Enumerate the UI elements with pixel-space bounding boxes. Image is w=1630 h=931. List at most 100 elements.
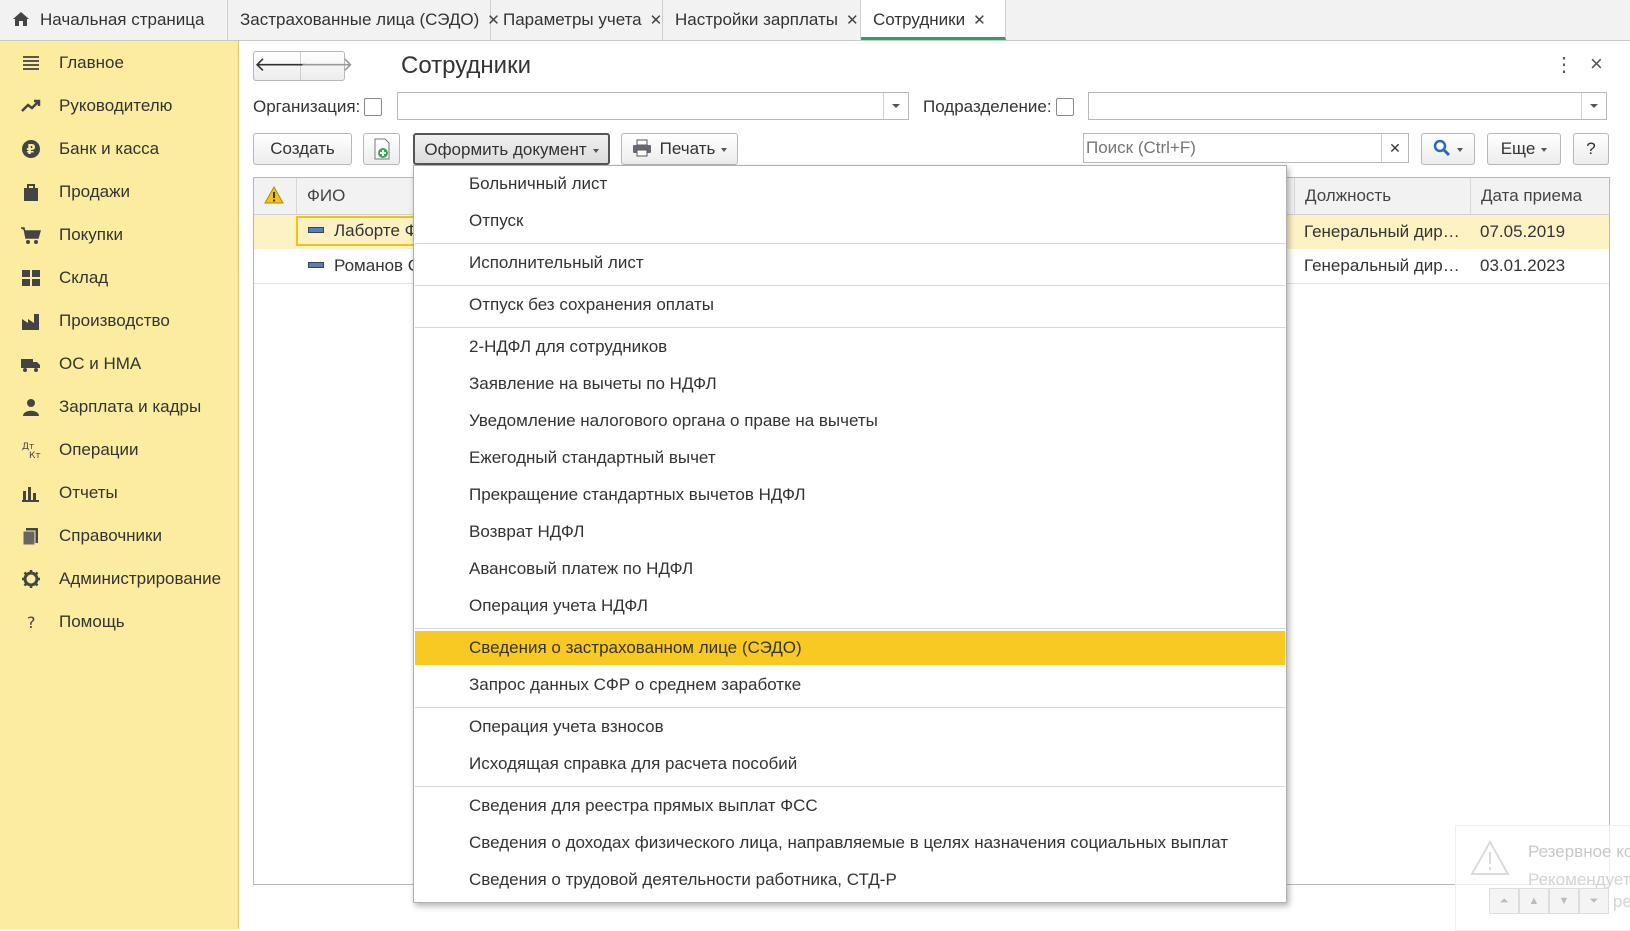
menu-item[interactable]: Сведения о доходах физического лица, нап… bbox=[415, 826, 1285, 860]
scroll-up-icon[interactable]: ▲ bbox=[1519, 888, 1549, 914]
ruble-icon: ₽ bbox=[22, 140, 40, 158]
close-icon[interactable]: ✕ bbox=[973, 12, 986, 29]
org-checkbox[interactable] bbox=[364, 98, 382, 116]
menu-item[interactable]: Отпуск без сохранения оплаты bbox=[415, 288, 1285, 322]
tab-employees[interactable]: Сотрудники ✕ bbox=[861, 0, 1006, 40]
sidebar-item-administration[interactable]: Администрирование bbox=[0, 559, 238, 599]
chevron-down-icon bbox=[721, 147, 728, 152]
tab-insured-persons[interactable]: Застрахованные лица (СЭДО) ✕ bbox=[228, 0, 500, 40]
search-field[interactable]: ✕ bbox=[1083, 133, 1409, 163]
more-menu-icon[interactable]: ⋮ bbox=[1554, 52, 1574, 77]
trend-icon bbox=[21, 99, 41, 112]
menu-item-label: Отпуск без сохранения оплаты bbox=[469, 295, 715, 314]
sidebar-item-fixed-assets[interactable]: ОС и НМА bbox=[0, 344, 238, 384]
menu-item[interactable]: Ежегодный стандартный вычет bbox=[415, 441, 1285, 475]
menu-item[interactable]: 2-НДФЛ для сотрудников bbox=[415, 330, 1285, 364]
menu-item[interactable]: Запрос данных СФР о среднем заработке bbox=[415, 668, 1285, 702]
sidebar-item-help[interactable]: ? Помощь bbox=[0, 602, 238, 642]
search-icon bbox=[1433, 139, 1451, 157]
menu-item[interactable]: Исполнительный лист bbox=[415, 246, 1285, 280]
print-label: Печать bbox=[659, 139, 716, 158]
factory-icon bbox=[22, 314, 39, 330]
sidebar-item-label: Главное bbox=[59, 53, 124, 72]
menu-item[interactable]: Больничный лист bbox=[415, 167, 1285, 201]
clear-search-icon[interactable]: ✕ bbox=[1381, 134, 1408, 162]
create-button[interactable]: Создать bbox=[253, 133, 352, 165]
employee-icon bbox=[308, 227, 324, 234]
close-icon[interactable]: × bbox=[1590, 51, 1603, 77]
dept-checkbox[interactable] bbox=[1056, 98, 1074, 116]
notification-text: Рекомендуется bbox=[1528, 870, 1630, 889]
document-add-icon bbox=[374, 138, 389, 160]
menu-item[interactable]: Сведения для реестра прямых выплат ФСС bbox=[415, 789, 1285, 823]
sidebar-item-operations[interactable]: Дт Кт Операции bbox=[0, 430, 238, 470]
menu-item-label: Исходящая справка для расчета пособий bbox=[469, 754, 798, 773]
warning-column-header[interactable] bbox=[254, 178, 296, 214]
sidebar-item-reports[interactable]: Отчеты bbox=[0, 473, 238, 513]
forward-arrow-icon[interactable]: 🡒 bbox=[300, 52, 354, 80]
chevron-down-icon[interactable] bbox=[1581, 93, 1606, 119]
search-button[interactable] bbox=[1421, 133, 1475, 165]
menu-item[interactable]: Заявление на вычеты по НДФЛ bbox=[415, 367, 1285, 401]
nav-buttons: 🡐 🡒 bbox=[253, 51, 354, 81]
close-icon[interactable]: ✕ bbox=[650, 12, 663, 29]
backup-notification[interactable]: Резервное ко Рекомендуется настроить рез bbox=[1455, 825, 1630, 931]
sidebar-item-production[interactable]: Производство bbox=[0, 301, 238, 341]
tab-home[interactable]: Начальная страница bbox=[0, 0, 228, 40]
menu-item-label: Запрос данных СФР о среднем заработке bbox=[469, 675, 802, 694]
dt-kt-icon: ДтКт bbox=[22, 442, 41, 460]
scroll-top-icon[interactable]: ⏶ bbox=[1489, 888, 1519, 914]
menu-item[interactable]: Исходящая справка для расчета пособий bbox=[415, 747, 1285, 781]
menu-item[interactable]: Отпуск bbox=[415, 204, 1285, 238]
menu-item[interactable]: Операция учета НДФЛ bbox=[415, 589, 1285, 623]
more-button[interactable]: Еще bbox=[1487, 133, 1561, 165]
hire-date-cell: 03.01.2023 bbox=[1480, 256, 1566, 275]
menu-item[interactable]: Возврат НДФЛ bbox=[415, 515, 1285, 549]
back-arrow-icon[interactable]: 🡐 bbox=[254, 52, 308, 80]
menu-item[interactable]: Прекращение стандартных вычетов НДФЛ bbox=[415, 478, 1285, 512]
sidebar-item-main[interactable]: Главное bbox=[0, 43, 238, 83]
print-button[interactable]: Печать bbox=[621, 133, 738, 165]
sidebar-item-label: Отчеты bbox=[59, 483, 118, 502]
position-column-header[interactable]: Должность bbox=[1294, 178, 1470, 214]
menu-item[interactable]: Операция учета взносов bbox=[415, 710, 1285, 744]
menu-separator bbox=[415, 243, 1285, 244]
create-document-button[interactable]: Оформить документ bbox=[413, 133, 610, 165]
help-button[interactable]: ? bbox=[1573, 133, 1609, 165]
menu-item-label: Больничный лист bbox=[469, 174, 608, 193]
home-icon bbox=[13, 12, 29, 26]
scroll-down-icon[interactable]: ▼ bbox=[1549, 888, 1579, 914]
search-input[interactable] bbox=[1084, 134, 1373, 162]
sidebar-item-manager[interactable]: Руководителю bbox=[0, 86, 238, 126]
question-icon: ? bbox=[27, 613, 36, 632]
truck-icon bbox=[21, 359, 40, 372]
menu-item[interactable]: Сведения о застрахованном лице (СЭДО) bbox=[415, 631, 1285, 665]
scroll-bottom-icon[interactable]: ⏷ bbox=[1579, 888, 1609, 914]
fio-cell[interactable]: Романов С bbox=[298, 249, 416, 283]
sidebar-item-bank[interactable]: ₽ Банк и касса bbox=[0, 129, 238, 169]
dept-field[interactable] bbox=[1088, 92, 1607, 120]
hire-date-column-header[interactable]: Дата приема bbox=[1470, 178, 1610, 214]
sidebar-item-warehouse[interactable]: Склад bbox=[0, 258, 238, 298]
menu-item-label: Ежегодный стандартный вычет bbox=[469, 448, 716, 467]
menu-item[interactable]: Уведомление налогового органа о праве на… bbox=[415, 404, 1285, 438]
fio-cell[interactable]: Лаборте Ф bbox=[296, 216, 416, 246]
menu-item[interactable]: Сведения о трудовой деятельности работни… bbox=[415, 863, 1285, 897]
tab-salary-settings[interactable]: Настройки зарплаты ✕ bbox=[663, 0, 861, 40]
sidebar-item-directories[interactable]: Справочники bbox=[0, 516, 238, 556]
close-icon[interactable]: ✕ bbox=[846, 12, 859, 29]
menu-item-label: Прекращение стандартных вычетов НДФЛ bbox=[469, 485, 806, 504]
more-label: Еще bbox=[1500, 139, 1536, 158]
create-copy-button[interactable] bbox=[363, 133, 400, 165]
menu-separator bbox=[415, 628, 1285, 629]
warehouse-icon bbox=[22, 270, 40, 286]
chevron-down-icon[interactable] bbox=[883, 93, 908, 119]
sidebar-item-purchases[interactable]: Покупки bbox=[0, 215, 238, 255]
menu-item[interactable]: Авансовый платеж по НДФЛ bbox=[415, 552, 1285, 586]
org-field[interactable] bbox=[397, 92, 909, 120]
sidebar-item-sales[interactable]: Продажи bbox=[0, 172, 238, 212]
sidebar-item-label: Справочники bbox=[59, 526, 162, 545]
tab-label: Параметры учета bbox=[503, 10, 642, 29]
tab-accounting-params[interactable]: Параметры учета ✕ bbox=[491, 0, 663, 40]
sidebar-item-salary-hr[interactable]: Зарплата и кадры bbox=[0, 387, 238, 427]
